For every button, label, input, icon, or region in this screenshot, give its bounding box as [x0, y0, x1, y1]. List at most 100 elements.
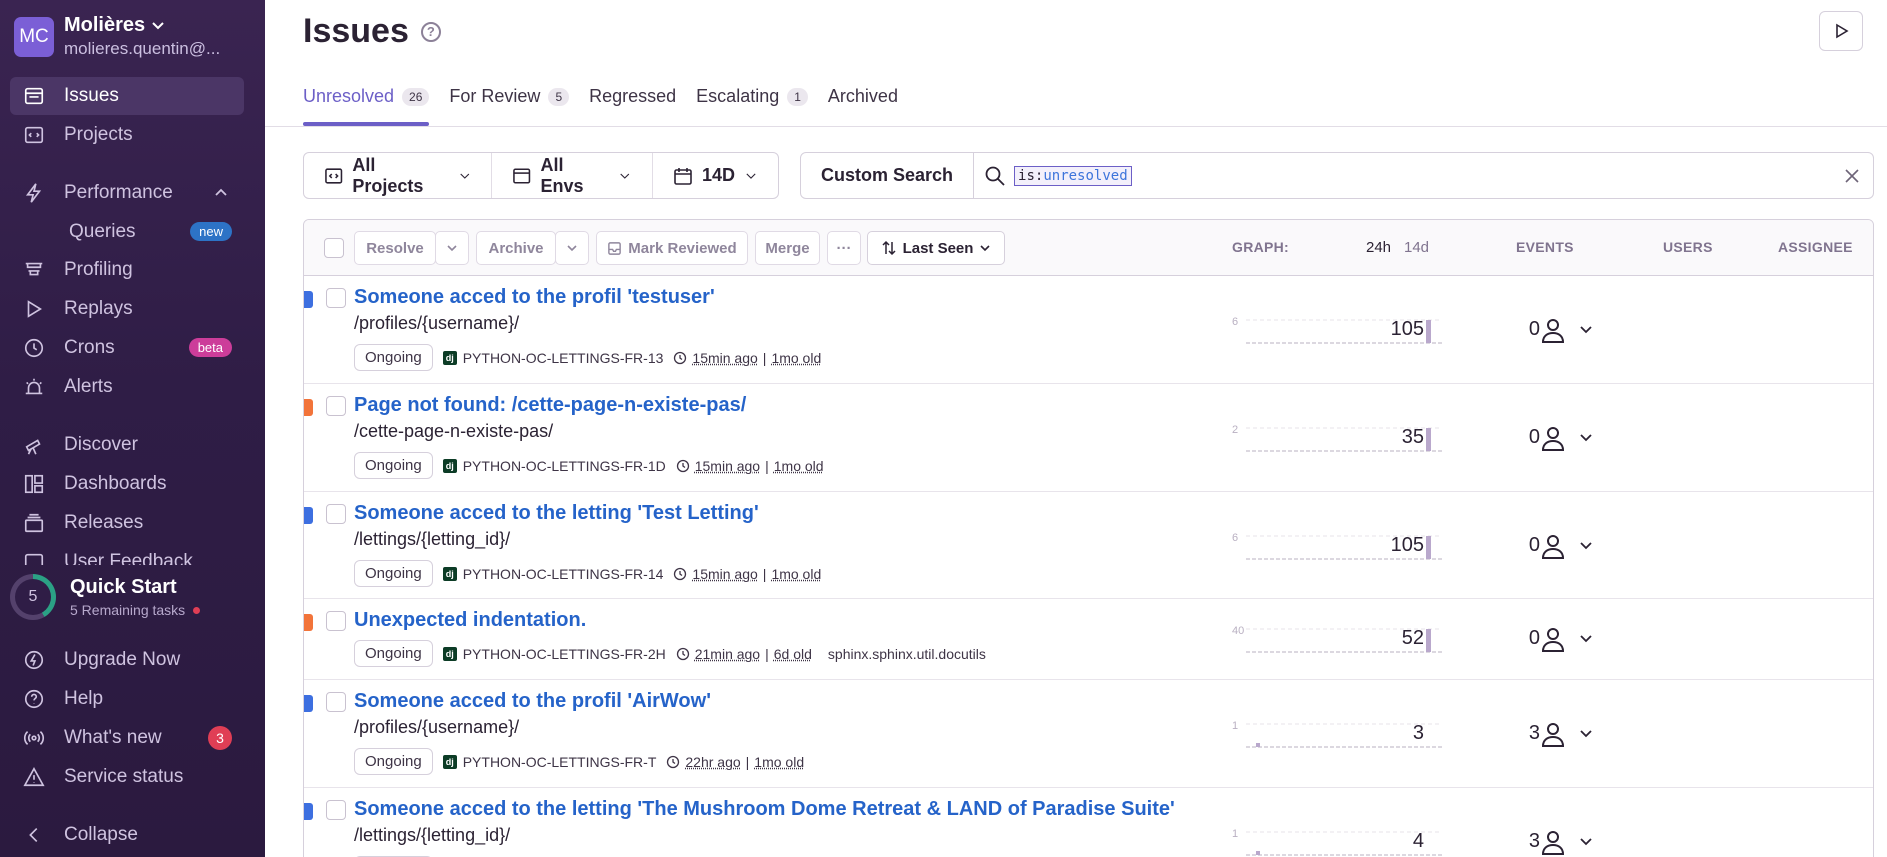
sparkline-max-label: 1: [1232, 720, 1238, 732]
short-id[interactable]: PYTHON-OC-LETTINGS-FR-14: [463, 566, 664, 582]
row-checkbox[interactable]: [326, 692, 346, 712]
chevron-up-icon: [215, 188, 227, 196]
user-icon: [1541, 831, 1565, 855]
sidebar-item-profiling[interactable]: Profiling: [10, 251, 244, 289]
first-seen: 1mo old: [754, 753, 805, 770]
range-14d-toggle[interactable]: 14d: [1404, 239, 1429, 256]
custom-search-button[interactable]: Custom Search: [801, 153, 975, 198]
issue-row[interactable]: Someone acced to the letting 'Test Letti…: [304, 492, 1873, 599]
sidebar-item-crons[interactable]: Crons beta: [10, 329, 244, 367]
last-seen: 15min ago: [694, 457, 761, 474]
tab-for-review[interactable]: For Review 5: [449, 86, 570, 126]
page-filters: All Projects All Envs 14D: [303, 152, 779, 199]
sidebar-item-alerts[interactable]: Alerts: [10, 368, 244, 406]
issue-title-link[interactable]: Someone acced to the letting 'The Mushro…: [354, 798, 1175, 821]
play-icon: [22, 297, 46, 321]
django-icon: dj: [442, 458, 457, 473]
issue-row[interactable]: Someone acced to the profil 'AirWow' /pro…: [304, 680, 1873, 788]
project-filter[interactable]: All Projects: [304, 153, 493, 198]
issue-tabs: Unresolved 26 For Review 5 Regressed Escal…: [303, 86, 898, 126]
user-count: 0: [1528, 627, 1540, 649]
short-id[interactable]: PYTHON-OC-LETTINGS-FR-1D: [463, 458, 666, 474]
releases-icon: [22, 511, 46, 535]
issue-title-link[interactable]: Someone acced to the profil 'testuser': [354, 286, 715, 309]
clock-icon: [674, 567, 687, 580]
issue-row[interactable]: Unexpected indentation. Ongoing dj PYTHON-O…: [304, 599, 1873, 680]
issue-row[interactable]: Someone acced to the letting 'The Mushro…: [304, 788, 1873, 857]
assignee-selector[interactable]: [1539, 720, 1593, 748]
date-filter[interactable]: 14D: [653, 153, 778, 198]
issue-search[interactable]: Custom Search is:unresolved: [800, 152, 1874, 199]
range-24h-toggle[interactable]: 24h: [1366, 239, 1391, 256]
row-checkbox[interactable]: [326, 288, 346, 308]
sidebar-item-user-feedback[interactable]: User Feedback: [10, 545, 244, 565]
help-icon[interactable]: ?: [420, 21, 441, 42]
row-checkbox[interactable]: [326, 504, 346, 524]
sidebar-item-releases[interactable]: Releases: [10, 504, 244, 542]
sort-dropdown[interactable]: Last Seen: [867, 231, 1005, 265]
collapse-button[interactable]: Collapse: [10, 816, 244, 854]
row-checkbox[interactable]: [326, 611, 346, 631]
level-indicator: [304, 399, 313, 416]
user-count: 3: [1528, 722, 1540, 744]
issue-culprit: /lettings/{letting_id}/: [354, 529, 511, 549]
org-switcher[interactable]: MC Molières molieres.quentin@...: [14, 14, 220, 59]
sidebar-item-dashboards[interactable]: Dashboards: [10, 465, 244, 503]
assignee-selector[interactable]: [1539, 828, 1593, 856]
new-badge: new: [190, 222, 232, 241]
quick-start[interactable]: 5 Quick Start 5 Remaining tasks: [10, 574, 201, 620]
chevron-left-icon: [22, 823, 46, 847]
search-input[interactable]: is:unresolved: [1014, 165, 1132, 186]
sidebar-item-help[interactable]: Help: [10, 680, 244, 718]
sort-icon: [882, 240, 896, 256]
chevron-down-icon: [1580, 434, 1592, 442]
first-seen: 1mo old: [771, 349, 822, 366]
resolve-dropdown[interactable]: [435, 231, 469, 265]
archive-button[interactable]: Archive: [476, 231, 556, 265]
sidebar-item-whats-new[interactable]: What's new 3: [10, 719, 244, 757]
issue-row[interactable]: Page not found: /cette-page-n-existe-pas…: [304, 384, 1873, 492]
assignee-selector[interactable]: [1539, 316, 1593, 344]
assignee-selector[interactable]: [1539, 424, 1593, 452]
row-checkbox[interactable]: [326, 800, 346, 820]
tab-archived[interactable]: Archived: [828, 86, 898, 126]
sparkline-max-label: 2: [1232, 424, 1238, 436]
tab-unresolved[interactable]: Unresolved 26: [303, 86, 430, 126]
sidebar-item-service-status[interactable]: Service status: [10, 758, 244, 796]
assignee-selector[interactable]: [1539, 532, 1593, 560]
environment-filter[interactable]: All Envs: [492, 153, 653, 198]
tab-escalating[interactable]: Escalating 1: [696, 86, 808, 126]
issue-meta: Ongoing dj PYTHON-OC-LETTINGS-FR-T 22hr ago…: [354, 748, 804, 775]
sidebar-item-queries[interactable]: Queries new: [10, 213, 244, 251]
user-icon: [1541, 723, 1565, 747]
issue-title-link[interactable]: Someone acced to the letting 'Test Letti…: [354, 502, 759, 525]
more-actions-button[interactable]: ···: [827, 231, 861, 265]
short-id[interactable]: PYTHON-OC-LETTINGS-FR-T: [463, 754, 657, 770]
short-id[interactable]: PYTHON-OC-LETTINGS-FR-2H: [463, 646, 666, 662]
quick-start-subtitle: 5 Remaining tasks: [70, 602, 186, 618]
issue-culprit: /profiles/{username}/: [354, 717, 520, 737]
issue-row[interactable]: Someone acced to the profil 'testuser' /p…: [304, 276, 1873, 384]
sidebar-item-projects[interactable]: Projects: [10, 116, 244, 154]
row-checkbox[interactable]: [326, 396, 346, 416]
archive-dropdown[interactable]: [555, 231, 589, 265]
issue-title-link[interactable]: Page not found: /cette-page-n-existe-pas…: [354, 394, 746, 417]
issue-culprit: /lettings/{letting_id}/: [354, 825, 511, 845]
assignee-selector[interactable]: [1539, 625, 1593, 653]
merge-button[interactable]: Merge: [755, 231, 820, 265]
close-icon[interactable]: [1843, 167, 1861, 185]
issue-title-link[interactable]: Unexpected indentation.: [354, 609, 586, 632]
select-all-checkbox[interactable]: [324, 238, 344, 258]
sidebar-item-performance[interactable]: Performance: [10, 174, 244, 212]
sidebar-item-issues[interactable]: Issues: [10, 77, 244, 115]
sidebar-item-replays[interactable]: Replays: [10, 290, 244, 328]
tab-regressed[interactable]: Regressed: [589, 86, 676, 126]
django-icon: dj: [442, 754, 457, 769]
sidebar-item-discover[interactable]: Discover: [10, 426, 244, 464]
play-tour-button[interactable]: [1819, 11, 1863, 51]
sidebar-item-upgrade[interactable]: Upgrade Now: [10, 641, 244, 679]
issue-title-link[interactable]: Someone acced to the profil 'AirWow': [354, 690, 711, 713]
mark-reviewed-button[interactable]: Mark Reviewed: [596, 231, 748, 265]
resolve-button[interactable]: Resolve: [354, 231, 436, 265]
short-id[interactable]: PYTHON-OC-LETTINGS-FR-13: [463, 350, 664, 366]
